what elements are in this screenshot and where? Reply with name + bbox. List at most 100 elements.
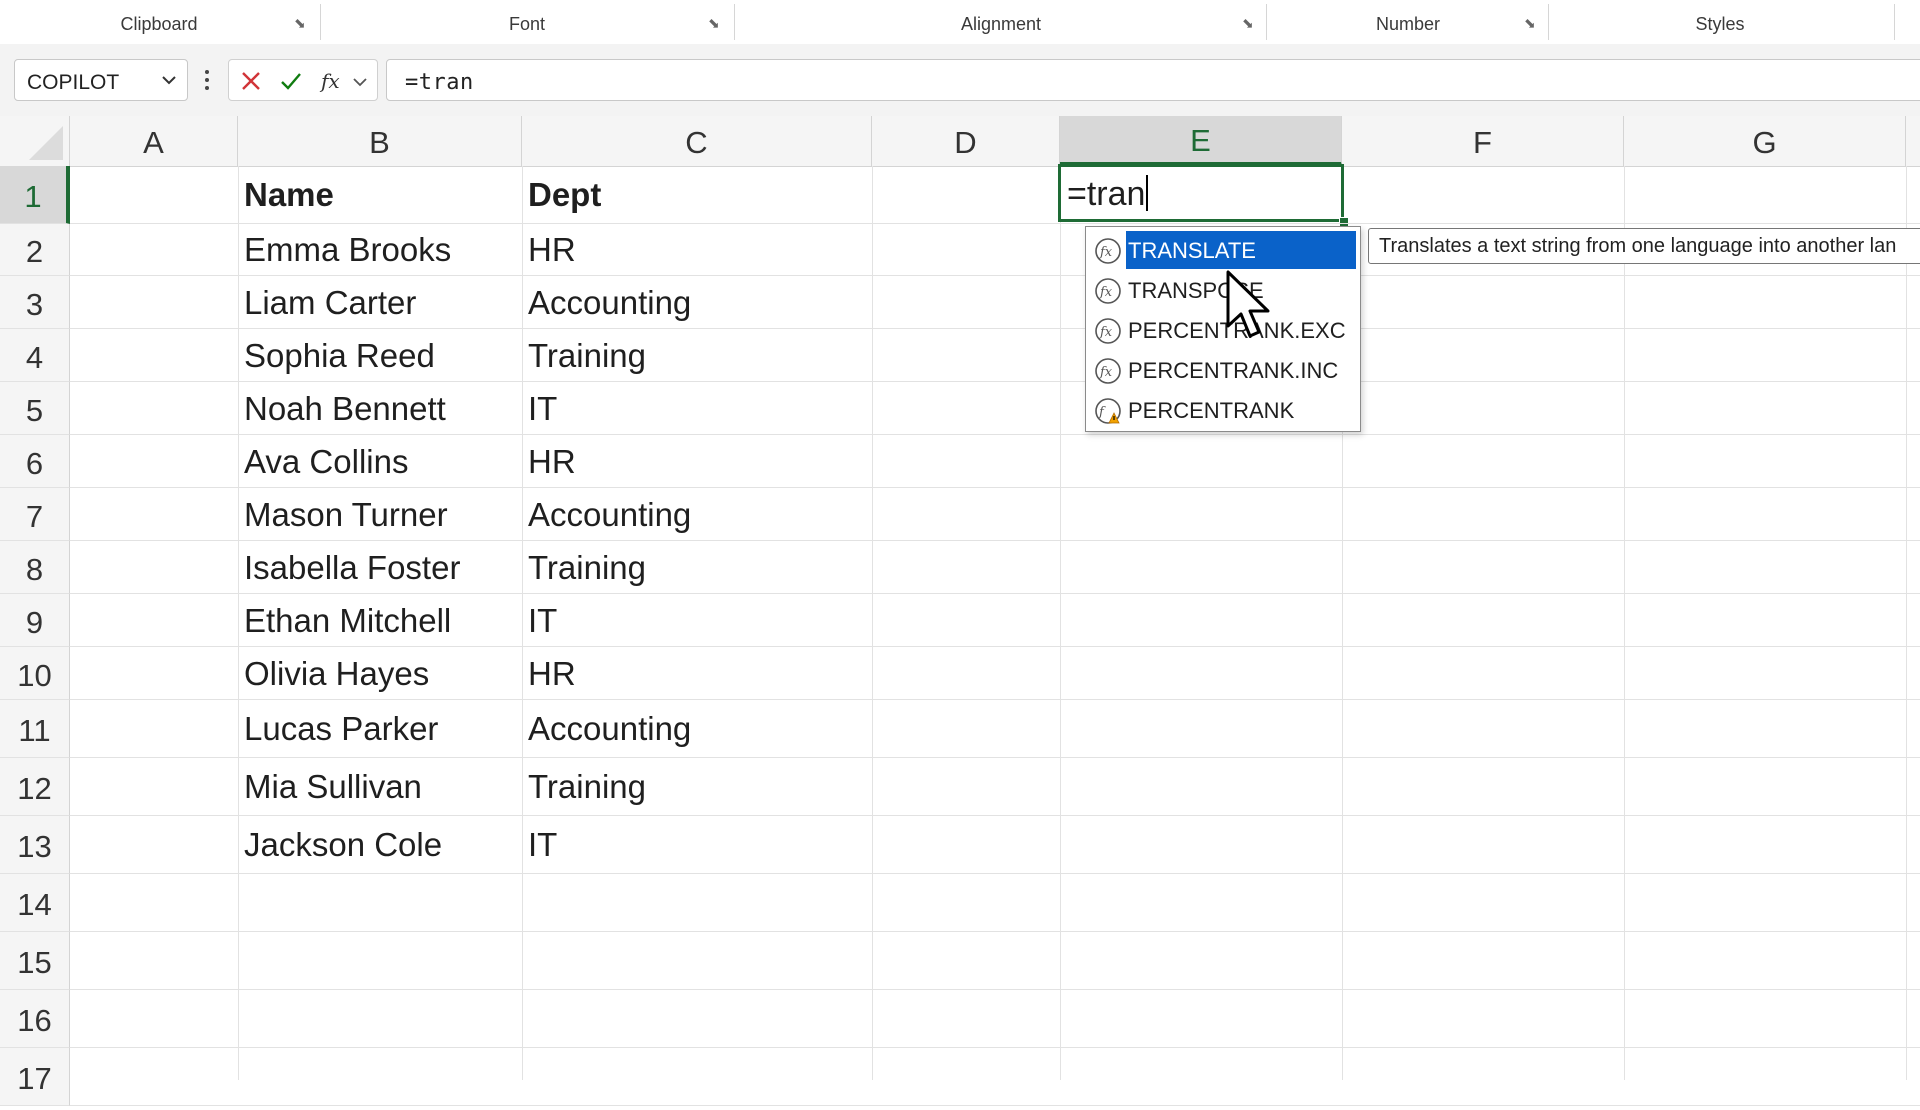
column-header-g[interactable]: G [1624,116,1906,166]
function-icon: fx [1095,278,1121,304]
autocomplete-item[interactable]: fx PERCENTRANK.EXC [1090,311,1356,349]
autocomplete-label: PERCENTRANK [1128,398,1295,423]
function-icon: fx [1095,238,1121,264]
cell-dept[interactable]: Training [528,768,646,806]
table-row [70,874,1920,932]
header-cell-name[interactable]: Name [244,176,334,214]
cell-dept[interactable]: HR [528,231,576,269]
insert-function-icon[interactable]: fx [319,69,349,93]
column-header-f[interactable]: F [1342,116,1624,166]
ribbon-group-number: Number ⬊ [1268,0,1548,44]
table-row [70,166,1920,224]
column-header-d[interactable]: D [872,116,1060,166]
svg-text:fx: fx [1099,365,1113,380]
cell-name[interactable]: Jackson Cole [244,826,442,864]
compatibility-function-icon: f [1095,398,1121,424]
ribbon-group-clipboard: Clipboard ⬊ [0,0,318,44]
cell-dept[interactable]: Accounting [528,710,691,748]
column-header-b[interactable]: B [238,116,522,166]
column-header-c[interactable]: C [522,116,872,166]
row-header-7[interactable]: 7 [0,488,70,541]
cell-dept[interactable]: Accounting [528,496,691,534]
cell-dept[interactable]: Training [528,549,646,587]
cell-name[interactable]: Noah Bennett [244,390,446,428]
row-header-8[interactable]: 8 [0,541,70,594]
row-header-17[interactable]: 17 [0,1048,70,1106]
row-header-6[interactable]: 6 [0,435,70,488]
row-header-9[interactable]: 9 [0,594,70,647]
name-box[interactable]: COPILOT [14,59,188,101]
ribbon-group-label: Alignment [960,14,1042,34]
row-header-15[interactable]: 15 [0,932,70,990]
row-header-16[interactable]: 16 [0,990,70,1048]
svg-text:fx: fx [1099,285,1113,300]
cell-name[interactable]: Ava Collins [244,443,408,481]
row-header-10[interactable]: 10 [0,647,70,700]
ribbon-group-label: Clipboard [120,14,198,34]
cell-name[interactable]: Sophia Reed [244,337,435,375]
dialog-launcher-icon[interactable]: ⬊ [1524,16,1538,30]
autocomplete-item[interactable]: fx PERCENTRANK.INC [1090,351,1356,389]
select-all-button[interactable] [0,116,70,166]
dialog-launcher-icon[interactable]: ⬊ [708,16,722,30]
svg-text:fx: fx [1099,325,1113,340]
ribbon-group-label: Font [508,14,546,34]
row-header-12[interactable]: 12 [0,758,70,816]
cell-name[interactable]: Isabella Foster [244,549,460,587]
column-header-row: A B C D E F G [0,116,1920,167]
row-header-14[interactable]: 14 [0,874,70,932]
header-cell-dept[interactable]: Dept [528,176,601,214]
formula-buttons: fx [228,59,378,101]
cell-dept[interactable]: Training [528,337,646,375]
autocomplete-label: TRANSLATE [1126,231,1356,269]
dialog-launcher-icon[interactable]: ⬊ [294,16,308,30]
row-header-3[interactable]: 3 [0,276,70,329]
row-header-11[interactable]: 11 [0,700,70,758]
cell-name[interactable]: Emma Brooks [244,231,451,269]
function-tooltip: Translates a text string from one langua… [1368,228,1920,264]
function-autocomplete-list[interactable]: fx TRANSLATE fx TRANSPOSE fx PERCENTRANK… [1085,226,1361,432]
autocomplete-item[interactable]: fx TRANSLATE [1090,231,1356,269]
ribbon-group-labels: Clipboard ⬊ Font ⬊ Alignment ⬊ Number ⬊ … [0,0,1920,45]
cell-name[interactable]: Lucas Parker [244,710,438,748]
enter-check-icon[interactable] [279,69,303,93]
cancel-icon[interactable] [239,69,263,93]
cell-dept[interactable]: HR [528,443,576,481]
chevron-down-icon[interactable] [159,70,179,90]
autocomplete-item[interactable]: fx TRANSPOSE [1090,271,1356,309]
cell-name[interactable]: Ethan Mitchell [244,602,451,640]
formula-text: =tran [405,70,474,95]
function-icon: fx [1095,358,1121,384]
more-options-icon[interactable] [204,68,210,92]
cell-name[interactable]: Mason Turner [244,496,448,534]
row-header-1[interactable]: 1 [0,166,70,224]
row-header-5[interactable]: 5 [0,382,70,435]
cell-name[interactable]: Olivia Hayes [244,655,429,693]
row-header-13[interactable]: 13 [0,816,70,874]
row-header-4[interactable]: 4 [0,329,70,382]
svg-text:fx: fx [1099,245,1113,260]
dialog-launcher-icon[interactable]: ⬊ [1242,16,1256,30]
ribbon-group-font: Font ⬊ [322,0,732,44]
cell-name[interactable]: Liam Carter [244,284,416,322]
cell-dept[interactable]: IT [528,602,557,640]
cell-dept[interactable]: IT [528,826,557,864]
formula-input[interactable]: =tran [386,59,1920,101]
autocomplete-item[interactable]: f PERCENTRANK [1090,391,1356,429]
column-header-a[interactable]: A [70,116,238,166]
cell-dept[interactable]: IT [528,390,557,428]
table-row [70,1048,1920,1106]
table-row [70,990,1920,1048]
row-header-2[interactable]: 2 [0,224,70,276]
table-row [70,932,1920,990]
column-header-e[interactable]: E [1060,116,1342,166]
chevron-down-icon[interactable] [351,69,369,93]
cell-name[interactable]: Mia Sullivan [244,768,422,806]
cell-dept[interactable]: HR [528,655,576,693]
function-icon: fx [1095,318,1121,344]
svg-text:fx: fx [319,69,340,93]
name-box-value: COPILOT [27,71,120,94]
ribbon-group-label: Number [1375,14,1441,34]
cell-dept[interactable]: Accounting [528,284,691,322]
formula-bar-row: COPILOT fx =tran [0,44,1920,116]
